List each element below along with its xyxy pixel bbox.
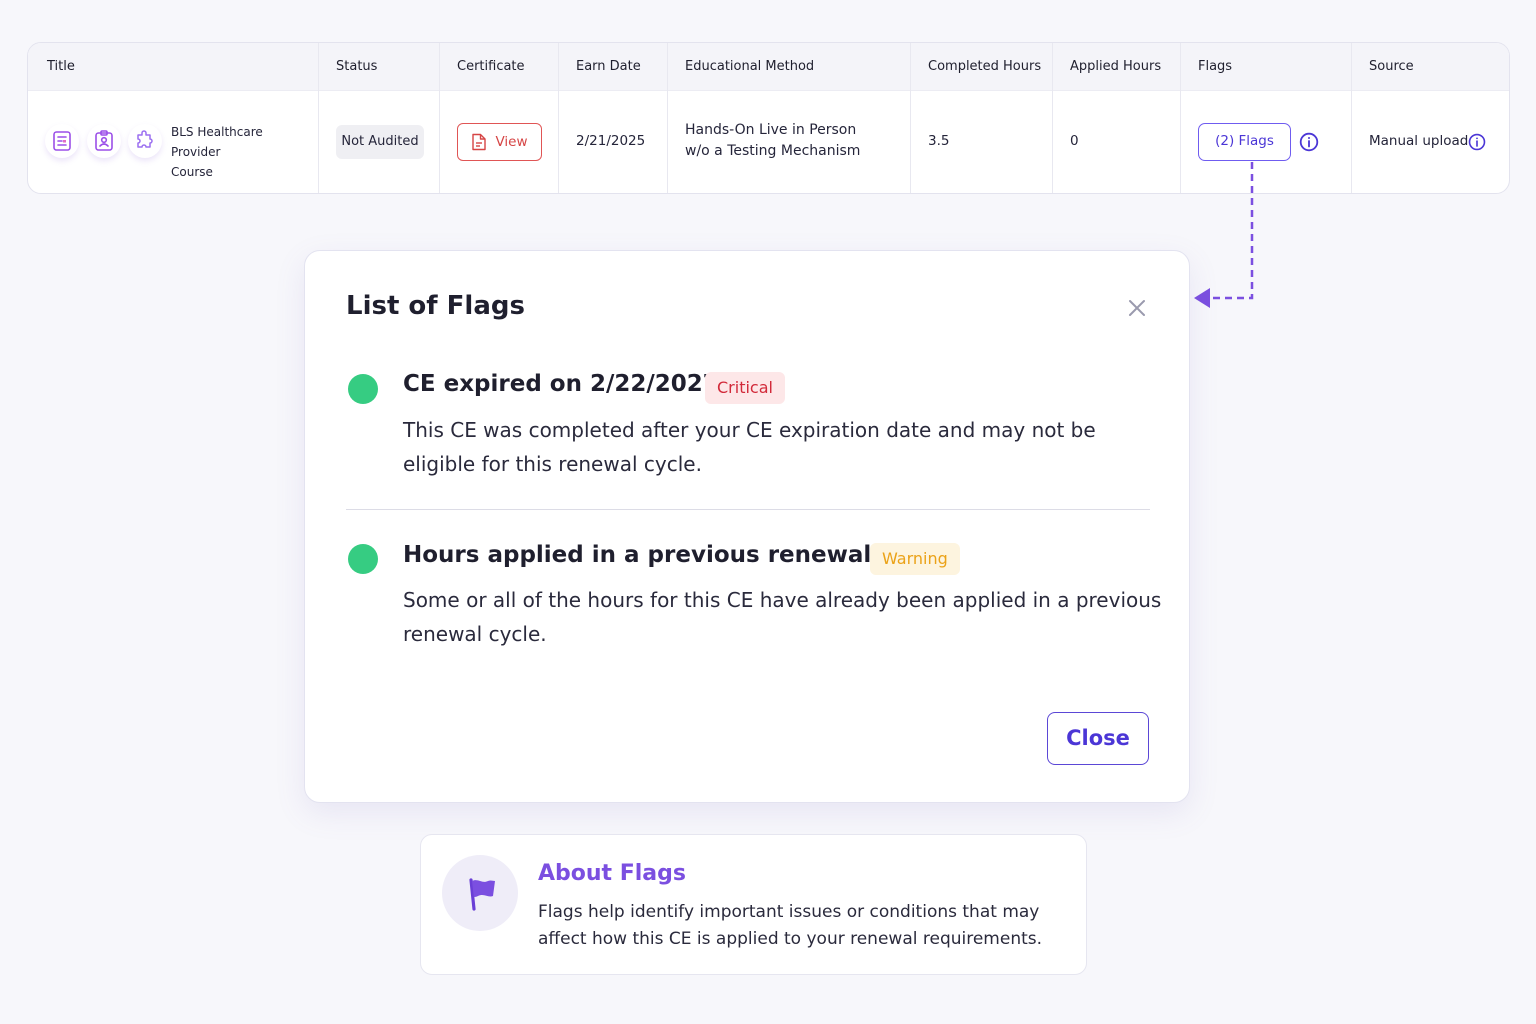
about-flags-card: About Flags Flags help identify importan… bbox=[420, 834, 1087, 975]
divider bbox=[346, 509, 1150, 510]
file-icon bbox=[471, 133, 487, 151]
header-flags[interactable]: Flags bbox=[1198, 43, 1232, 91]
document-icon[interactable] bbox=[45, 124, 79, 158]
column-divider bbox=[1052, 43, 1053, 193]
ce-table: Title Status Certificate Earn Date Educa… bbox=[27, 42, 1510, 194]
header-applied-hours[interactable]: Applied Hours bbox=[1070, 43, 1161, 91]
view-label: View bbox=[495, 134, 528, 150]
flag-title: CE expired on 2/22/2027. bbox=[403, 371, 728, 397]
about-title: About Flags bbox=[538, 861, 686, 886]
puzzle-icon[interactable] bbox=[128, 124, 162, 158]
severity-badge-warning: Warning bbox=[870, 543, 960, 575]
completed-hours: 3.5 bbox=[928, 133, 950, 149]
flag-icon bbox=[460, 873, 500, 913]
column-divider bbox=[318, 43, 319, 193]
earn-date: 2/21/2025 bbox=[576, 133, 646, 149]
method-line: w/o a Testing Mechanism bbox=[685, 143, 861, 159]
severity-badge-critical: Critical bbox=[705, 372, 785, 404]
course-title-line: BLS Healthcare Provider bbox=[171, 125, 263, 159]
info-icon[interactable] bbox=[1299, 132, 1319, 152]
header-completed-hours[interactable]: Completed Hours bbox=[928, 43, 1041, 91]
header-certificate[interactable]: Certificate bbox=[457, 43, 525, 91]
column-divider bbox=[910, 43, 911, 193]
column-divider bbox=[1351, 43, 1352, 193]
flag-description: Some or all of the hours for this CE hav… bbox=[403, 588, 1162, 646]
close-button[interactable]: Close bbox=[1047, 712, 1149, 765]
status-badge: Not Audited bbox=[336, 125, 424, 159]
flag-icon-circle bbox=[442, 855, 518, 931]
badge-icon[interactable] bbox=[87, 124, 121, 158]
flag-status-dot bbox=[348, 544, 378, 574]
close-icon[interactable] bbox=[1125, 296, 1149, 320]
header-educational-method[interactable]: Educational Method bbox=[685, 43, 814, 91]
view-certificate-button[interactable]: View bbox=[457, 123, 542, 161]
course-title-line: Course bbox=[171, 165, 213, 179]
modal-title: List of Flags bbox=[346, 291, 525, 321]
applied-hours: 0 bbox=[1070, 133, 1079, 149]
connector-arrow bbox=[1194, 162, 1254, 308]
column-divider bbox=[439, 43, 440, 193]
header-earn-date[interactable]: Earn Date bbox=[576, 43, 641, 91]
educational-method: Hands-On Live in Person w/o a Testing Me… bbox=[685, 120, 860, 162]
about-description: Flags help identify important issues or … bbox=[538, 902, 1043, 949]
source-value: Manual upload bbox=[1369, 133, 1469, 149]
header-source[interactable]: Source bbox=[1369, 43, 1414, 91]
method-line: Hands-On Live in Person bbox=[685, 122, 857, 138]
flag-description: This CE was completed after your CE expi… bbox=[403, 418, 1096, 476]
flag-status-dot bbox=[348, 374, 378, 404]
header-status[interactable]: Status bbox=[336, 43, 377, 91]
column-divider bbox=[558, 43, 559, 193]
info-icon[interactable] bbox=[1468, 133, 1486, 151]
header-title[interactable]: Title bbox=[47, 43, 75, 91]
column-divider bbox=[667, 43, 668, 193]
course-title: BLS Healthcare Provider Course bbox=[171, 122, 311, 182]
flags-modal: List of Flags CE expired on 2/22/2027. C… bbox=[304, 250, 1190, 803]
column-divider bbox=[1180, 43, 1181, 193]
